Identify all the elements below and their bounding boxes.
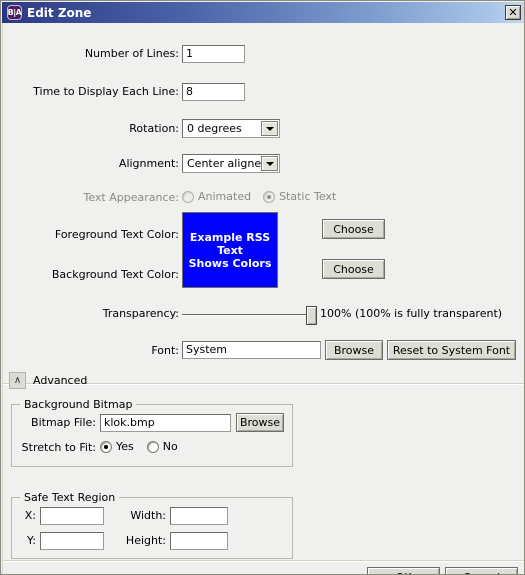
radio-stretch-yes[interactable]: Yes	[100, 440, 134, 453]
cancel-button[interactable]: Cancel	[445, 567, 518, 574]
safe-y-label: Y:	[27, 534, 36, 547]
safe-y-input[interactable]	[40, 532, 104, 550]
time-to-display-label-wrap: Time to Display Each Line:	[3, 85, 179, 98]
number-of-lines-label-wrap: Number of Lines:	[3, 47, 179, 60]
time-to-display-label: Time to Display Each Line:	[33, 85, 179, 98]
font-input[interactable]: System	[182, 341, 321, 359]
transparency-label-wrap: Transparency:	[3, 307, 179, 320]
background-color-label: Background Text Color:	[51, 268, 179, 281]
number-of-lines-label: Number of Lines:	[84, 47, 179, 60]
number-of-lines-input[interactable]: 1	[182, 45, 245, 63]
radio-stretch-no-label: No	[162, 440, 178, 453]
reset-to-system-font-button[interactable]: Reset to System Font	[387, 340, 516, 360]
background-choose-button[interactable]: Choose	[322, 259, 385, 279]
advanced-toggle-label: Advanced	[33, 374, 88, 387]
background-bitmap-group: Background Bitmap Bitmap File: klok.bmp …	[11, 398, 293, 467]
foreground-color-label: Foreground Text Color:	[54, 228, 179, 241]
window-title: Edit Zone	[27, 5, 92, 20]
color-preview-swatch: Example RSS Text Shows Colors	[182, 212, 278, 288]
background-color-label-wrap: Background Text Color:	[3, 268, 179, 281]
radio-animated[interactable]: Animated	[182, 190, 251, 203]
bitmap-file-label: Bitmap File:	[31, 416, 96, 429]
advanced-toggle[interactable]: ∧ Advanced	[9, 372, 87, 389]
safe-x-input[interactable]	[40, 507, 104, 525]
safe-height-label: Height:	[125, 534, 166, 547]
app-icon: B|A	[7, 5, 22, 20]
transparency-slider[interactable]	[182, 305, 317, 325]
transparency-slider-thumb[interactable]	[306, 306, 317, 325]
radio-animated-dot	[182, 190, 194, 203]
rotation-select-value: 0 degrees	[187, 122, 242, 135]
close-icon[interactable]: ✕	[505, 5, 521, 20]
chevron-down-icon[interactable]	[261, 121, 278, 136]
radio-static-text-dot	[263, 190, 276, 203]
bitmap-file-label-wrap: Bitmap File:	[12, 416, 96, 429]
safe-width-label-wrap: Width:	[116, 509, 166, 522]
radio-stretch-no[interactable]: No	[146, 440, 178, 453]
stretch-to-fit-radio-group: Yes No	[100, 440, 178, 453]
chevron-down-icon[interactable]	[261, 156, 278, 171]
safe-text-region-group: Safe Text Region X: Y: Width: Height:	[11, 491, 293, 559]
alignment-label-wrap: Alignment:	[3, 157, 179, 170]
stretch-to-fit-label: Stretch to Fit:	[21, 441, 96, 454]
transparency-label: Transparency:	[102, 307, 179, 320]
radio-stretch-no-dot	[146, 440, 159, 453]
time-to-display-input[interactable]: 8	[182, 83, 245, 101]
color-preview-line1: Example RSS Text	[189, 230, 271, 257]
edit-zone-dialog: B|A Edit Zone ✕ Number of Lines: 1 Time …	[0, 0, 525, 575]
font-label: Font:	[151, 344, 179, 357]
safe-width-label: Width:	[130, 509, 166, 522]
dialog-body: Number of Lines: 1 Time to Display Each …	[2, 23, 524, 574]
bitmap-browse-button[interactable]: Browse	[236, 413, 284, 432]
rotation-label: Rotation:	[129, 122, 179, 135]
color-preview-line2: Shows Colors	[188, 256, 272, 270]
safe-y-label-wrap: Y:	[16, 534, 36, 547]
alignment-select[interactable]: Center aligned	[182, 154, 280, 173]
transparency-slider-track	[182, 314, 317, 316]
text-appearance-radio-group: Animated Static Text	[182, 190, 336, 203]
text-appearance-label-wrap: Text Appearance:	[3, 191, 180, 204]
safe-height-input[interactable]	[170, 532, 228, 550]
foreground-choose-button[interactable]: Choose	[322, 219, 385, 239]
safe-width-input[interactable]	[170, 507, 228, 525]
alignment-label: Alignment:	[118, 157, 179, 170]
stretch-to-fit-label-wrap: Stretch to Fit:	[12, 441, 96, 454]
radio-stretch-yes-dot	[100, 440, 112, 453]
rotation-select[interactable]: 0 degrees	[182, 119, 280, 138]
bitmap-file-input[interactable]: klok.bmp	[100, 414, 231, 432]
safe-x-label: X:	[24, 509, 36, 522]
radio-static-text[interactable]: Static Text	[263, 190, 336, 203]
radio-static-text-label: Static Text	[279, 190, 337, 203]
chevron-up-icon: ∧	[9, 372, 26, 389]
title-bar[interactable]: B|A Edit Zone ✕	[2, 2, 524, 23]
radio-stretch-yes-label: Yes	[116, 440, 134, 453]
radio-animated-label: Animated	[198, 190, 252, 203]
footer-separator	[3, 560, 524, 562]
rotation-label-wrap: Rotation:	[3, 122, 179, 135]
background-bitmap-group-title: Background Bitmap	[20, 398, 137, 411]
safe-height-label-wrap: Height:	[116, 534, 166, 547]
font-browse-button[interactable]: Browse	[325, 340, 383, 360]
font-label-wrap: Font:	[3, 344, 179, 357]
ok-button[interactable]: OK	[367, 567, 440, 574]
transparency-value-text: 100% (100% is fully transparent)	[320, 307, 503, 320]
text-appearance-label: Text Appearance:	[83, 191, 180, 204]
foreground-color-label-wrap: Foreground Text Color:	[3, 228, 179, 241]
safe-text-region-group-title: Safe Text Region	[20, 491, 120, 504]
safe-x-label-wrap: X:	[16, 509, 36, 522]
alignment-select-value: Center aligned	[187, 157, 269, 170]
